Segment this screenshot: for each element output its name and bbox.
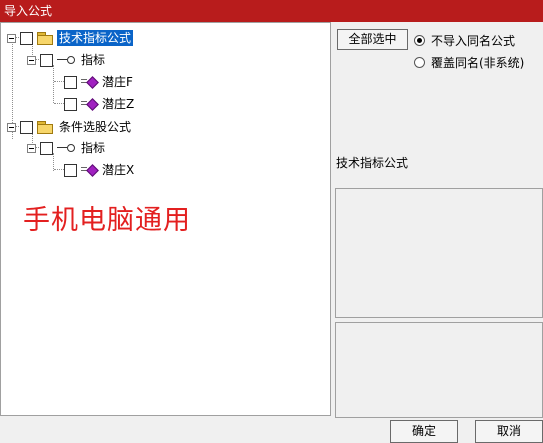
window-title: 导入公式 <box>4 4 53 18</box>
tree-checkbox[interactable] <box>20 31 33 45</box>
key-icon <box>57 55 75 65</box>
tree-line <box>54 169 64 170</box>
tree-line <box>54 81 64 82</box>
cancel-button[interactable]: 取消 <box>475 420 543 443</box>
radio-label: 覆盖同名(非系统) <box>431 56 525 70</box>
tree-checkbox[interactable] <box>64 163 77 177</box>
formula-icon <box>81 98 97 110</box>
tree-node-label[interactable]: 潜庄F <box>100 74 135 90</box>
watermark-text: 手机电脑通用 <box>23 205 191 236</box>
radio-label: 不导入同名公式 <box>431 34 516 48</box>
collapse-toggle[interactable] <box>27 143 36 153</box>
collapse-toggle[interactable] <box>7 122 16 132</box>
formula-info-box-top <box>335 188 543 318</box>
tree-node-stock-screening[interactable]: 条件选股公式 <box>7 118 133 136</box>
formula-category-label: 技术指标公式 <box>336 156 409 170</box>
tree-node-label[interactable]: 指标 <box>79 52 107 68</box>
collapse-toggle[interactable] <box>7 33 16 43</box>
tree-checkbox[interactable] <box>64 75 77 89</box>
tree-checkbox[interactable] <box>64 97 77 111</box>
tree-node-formula-z[interactable]: 潜庄Z <box>64 95 136 113</box>
tree-checkbox[interactable] <box>40 53 53 67</box>
key-icon <box>57 143 75 153</box>
title-bar: 导入公式 <box>0 0 543 22</box>
radio-overwrite[interactable]: 覆盖同名(非系统) <box>414 54 524 71</box>
radio-button[interactable] <box>414 35 425 46</box>
tree-node-label[interactable]: 潜庄Z <box>100 96 136 112</box>
tree-checkbox[interactable] <box>20 120 33 134</box>
select-all-button[interactable]: 全部选中 <box>337 29 408 50</box>
tree-node-label[interactable]: 条件选股公式 <box>57 119 133 135</box>
collapse-toggle[interactable] <box>27 55 36 65</box>
ok-button[interactable]: 确定 <box>390 420 458 443</box>
folder-icon <box>37 32 53 45</box>
tree-node-label[interactable]: 技术指标公式 <box>57 30 134 46</box>
formula-icon <box>81 76 97 88</box>
tree-node-indicator[interactable]: 指标 <box>27 139 107 157</box>
tree-line <box>54 103 64 104</box>
tree-checkbox[interactable] <box>40 141 53 155</box>
radio-button[interactable] <box>414 57 425 68</box>
formula-icon <box>81 164 97 176</box>
import-formula-dialog: 导入公式 技术指标公式 指标 潜庄F 潜庄Z 条件选股公式 指标 潜庄X 手机电… <box>0 0 543 443</box>
tree-node-label[interactable]: 指标 <box>79 140 107 156</box>
tree-node-tech-indicators[interactable]: 技术指标公式 <box>7 29 134 47</box>
tree-node-indicator[interactable]: 指标 <box>27 51 107 69</box>
formula-info-box-bottom <box>335 322 543 418</box>
folder-icon <box>37 121 53 134</box>
tree-line <box>53 65 54 103</box>
tree-node-formula-f[interactable]: 潜庄F <box>64 73 135 91</box>
tree-node-formula-x[interactable]: 潜庄X <box>64 161 136 179</box>
radio-no-import[interactable]: 不导入同名公式 <box>414 32 515 49</box>
tree-node-label[interactable]: 潜庄X <box>100 162 136 178</box>
